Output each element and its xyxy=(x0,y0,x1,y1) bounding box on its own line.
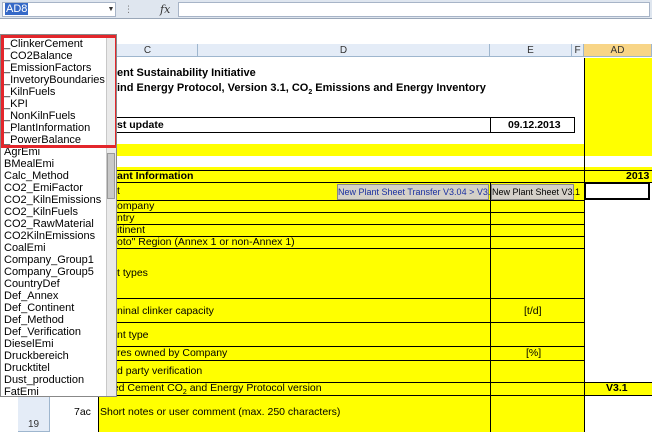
selected-cell-ad8[interactable] xyxy=(584,182,650,200)
row18-text: Used Cement CO2 and Energy Protocol vers… xyxy=(100,382,322,397)
dropdown-item[interactable]: Druckbereich xyxy=(4,350,69,362)
region-label: oto" Region (Annex 1 or non-Annex 1) xyxy=(117,236,295,248)
dropdown-item[interactable]: CO2_KilnEmissions xyxy=(4,194,101,206)
dropdown-item[interactable]: CO2_RawMaterial xyxy=(4,218,94,230)
gridline xyxy=(490,117,491,133)
dropdown-item[interactable]: CO2_KilnFuels xyxy=(4,206,78,218)
dropdown-item[interactable]: Calc_Method xyxy=(4,170,69,182)
gridline xyxy=(98,322,584,323)
dropdown-item[interactable]: Company_Group1 xyxy=(4,254,94,266)
shares-owned-label: res owned by Company xyxy=(117,347,228,359)
sheet-title: ent Sustainability Initiative xyxy=(117,67,256,79)
dropdown-item[interactable]: CountryDef xyxy=(4,278,60,290)
name-box[interactable]: AD8 xyxy=(2,2,116,17)
chevron-down-icon[interactable]: ▼ xyxy=(106,3,116,16)
splitter-handle-icon[interactable]: ⋮ xyxy=(124,4,133,15)
yellow-band-1 xyxy=(98,144,652,156)
types-label: t types xyxy=(117,267,148,279)
dropdown-item[interactable]: DieselEmi xyxy=(4,338,54,350)
transfer-sheet-button[interactable]: New Plant Sheet Transfer V3.04 > V3.1 xyxy=(337,184,495,200)
plant-label: t xyxy=(117,185,120,197)
dropdown-item[interactable]: Def_Method xyxy=(4,314,64,326)
column-header-f[interactable]: F xyxy=(572,44,584,57)
gridline xyxy=(98,212,584,213)
formula-input[interactable] xyxy=(178,2,650,17)
gridline xyxy=(490,182,491,432)
section-header: ant Information xyxy=(117,170,194,182)
dropdown-item[interactable]: CO2KilnEmissions xyxy=(4,230,95,242)
dropdown-item[interactable]: Dust_production xyxy=(4,374,84,386)
column-header-ad[interactable]: AD xyxy=(584,44,652,57)
dropdown-item[interactable]: Drucktitel xyxy=(4,362,50,374)
gridline xyxy=(584,58,585,432)
name-box-value: AD8 xyxy=(5,3,29,15)
new-plant-sheet-button[interactable]: New Plant Sheet V3.1 xyxy=(491,184,580,200)
gridline xyxy=(98,132,574,133)
insert-function-icon[interactable]: fx xyxy=(160,2,174,17)
clinker-capacity-label: ninal clinker capacity xyxy=(117,305,214,317)
dropdown-item[interactable]: BMealEmi xyxy=(4,158,54,170)
dropdown-item[interactable]: FatEmi xyxy=(4,386,39,396)
dropdown-item[interactable]: Def_Verification xyxy=(4,326,81,338)
row18-value[interactable]: V3.1 xyxy=(606,382,628,395)
column-header-d[interactable]: D xyxy=(198,44,490,57)
column-header-e[interactable]: E xyxy=(490,44,572,57)
row-header-19[interactable]: 19 xyxy=(18,395,50,432)
dropdown-scrollbar-thumb[interactable] xyxy=(107,153,115,199)
last-update-value[interactable]: 09.12.2013 xyxy=(508,119,561,132)
dropdown-item[interactable]: CO2_EmiFactor xyxy=(4,182,83,194)
formula-bar: AD8 ▼ ⋮ fx xyxy=(0,0,652,19)
name-box-dropdown-list[interactable]: _ClinkerCement _CO2Balance _EmissionFact… xyxy=(0,34,117,397)
gridline xyxy=(98,298,584,299)
gridline xyxy=(98,224,584,225)
year-value[interactable]: 2013 xyxy=(626,170,649,183)
dropdown-item[interactable]: CoalEmi xyxy=(4,242,46,254)
gridline xyxy=(98,200,584,201)
third-party-label: d party verification xyxy=(117,365,203,377)
row19-code: 7ac xyxy=(74,406,91,418)
plant-type-label: nt type xyxy=(117,329,149,341)
last-update-label: st update xyxy=(117,119,164,131)
gridline xyxy=(98,117,574,118)
dropdown-item[interactable]: Company_Group5 xyxy=(4,266,94,278)
selected-column-fill xyxy=(584,58,652,153)
row19-text: Short notes or user comment (max. 250 ch… xyxy=(100,406,341,418)
worksheet-grid[interactable]: C D E F AD ent Sustainability Initiative… xyxy=(0,19,652,432)
sheet-subtitle: ind Energy Protocol, Version 3.1, CO2 Em… xyxy=(117,82,486,97)
dropdown-item[interactable]: Def_Continent xyxy=(4,302,74,314)
highlight-annotation-box xyxy=(1,35,116,148)
clinker-capacity-unit: [t/d] xyxy=(524,305,542,317)
dropdown-item[interactable]: Def_Annex xyxy=(4,290,58,302)
gridline xyxy=(98,360,584,361)
shares-owned-unit: [%] xyxy=(526,347,542,359)
gridline xyxy=(574,117,575,133)
